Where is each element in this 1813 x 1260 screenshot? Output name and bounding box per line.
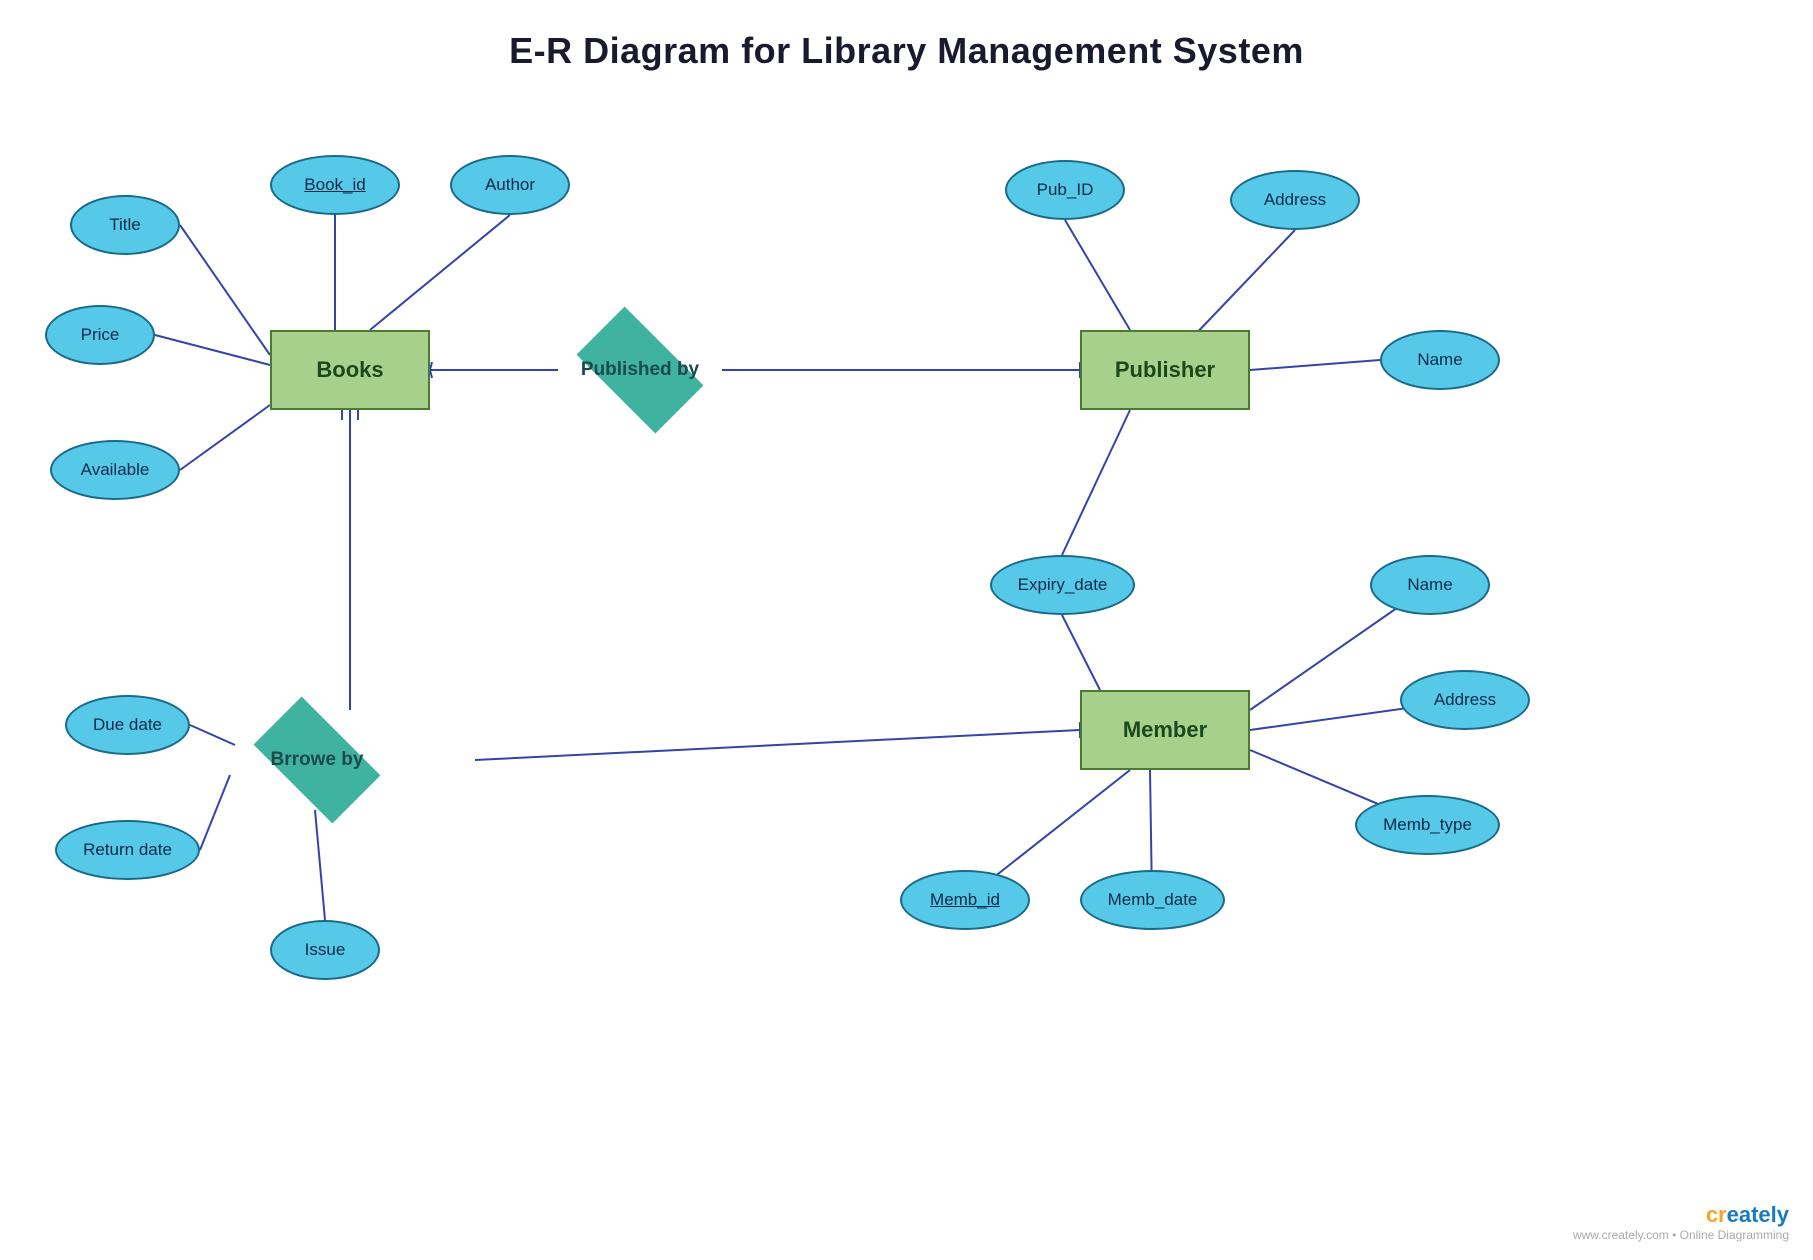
- attr-pub-name: Name: [1380, 330, 1500, 390]
- attr-book-id: Book_id: [270, 155, 400, 215]
- watermark: creately www.creately.com • Online Diagr…: [1573, 1202, 1789, 1242]
- attr-expiry-date: Expiry_date: [990, 555, 1135, 615]
- attr-return-date: Return date: [55, 820, 200, 880]
- attr-mem-name: Name: [1370, 555, 1490, 615]
- attr-due-date: Due date: [65, 695, 190, 755]
- attr-memb-date: Memb_date: [1080, 870, 1225, 930]
- entity-books: Books: [270, 330, 430, 410]
- page-title: E-R Diagram for Library Management Syste…: [0, 0, 1813, 72]
- attr-mem-address: Address: [1400, 670, 1530, 730]
- watermark-url: www.creately.com • Online Diagramming: [1573, 1228, 1789, 1242]
- attr-price: Price: [45, 305, 155, 365]
- attr-title: Title: [70, 195, 180, 255]
- attr-pub-address: Address: [1230, 170, 1360, 230]
- relation-published-by: Published by: [558, 320, 722, 420]
- attr-author: Author: [450, 155, 570, 215]
- watermark-eately: eately: [1727, 1202, 1789, 1227]
- attr-memb-id: Memb_id: [900, 870, 1030, 930]
- entity-publisher: Publisher: [1080, 330, 1250, 410]
- watermark-cr: cr: [1706, 1202, 1727, 1227]
- entity-member: Member: [1080, 690, 1250, 770]
- attr-available: Available: [50, 440, 180, 500]
- attr-memb-type: Memb_type: [1355, 795, 1500, 855]
- attr-issue: Issue: [270, 920, 380, 980]
- attr-pub-id: Pub_ID: [1005, 160, 1125, 220]
- relation-borrow-by: Brrowe by: [235, 710, 399, 810]
